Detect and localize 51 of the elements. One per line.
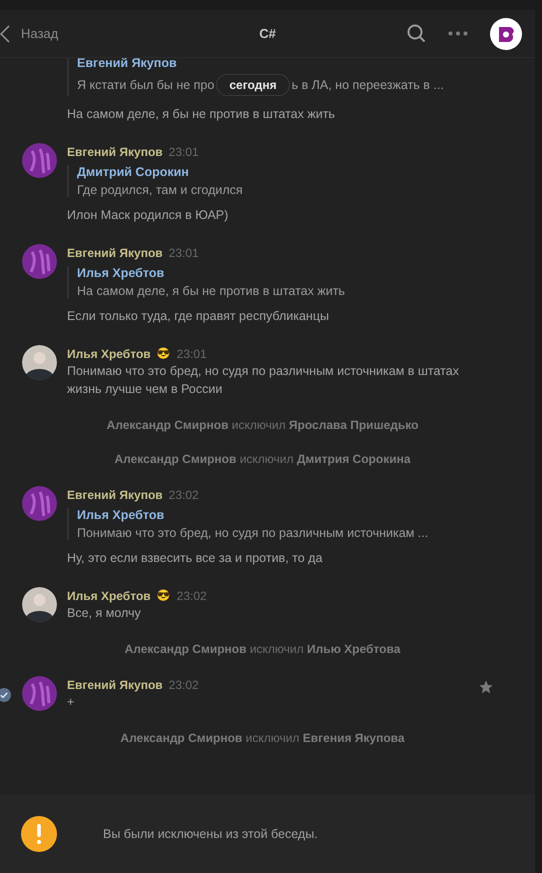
service-message: Александр Смирнов исключил Евгения Якупова [119,731,406,745]
quote-author: Евгений Якупов [77,58,178,70]
author-name[interactable]: Илья Хребтов [67,346,151,360]
quote-text: Где родился, там и сгодился [77,183,243,197]
status-emoji: 😎 [156,347,171,360]
message-text: Все, я молчу [67,605,142,622]
reply-quote[interactable]: Илья Хребтов Понимаю что это бред, но судя по различным источникам ... [67,508,428,540]
message-text: Илон Маск родился в ЮАР) [67,207,230,224]
message-time: 23:02 [168,678,199,692]
message-time: 23:01 [168,144,199,158]
date-badge: сегодня [216,74,290,96]
status-emoji: 😎 [156,589,171,602]
quote-author: Илья Хребтов [77,508,166,522]
message-text: Если только туда, где правят республиканцы [67,308,330,325]
back-button[interactable]: Назад [0,24,58,42]
avatar[interactable] [22,345,57,380]
author-name[interactable]: Евгений Якупов [67,488,163,502]
message-time: 23:02 [168,488,199,502]
quote-text: Я кстати был бы не про [77,78,214,92]
message-time: 23:01 [168,246,199,260]
quote-text: Понимаю что это бред, но судя по различным источникам ... [77,526,428,540]
quote-text: На самом деле, я бы не против в штатах жить [77,284,345,298]
chat-title: C# [259,26,276,41]
star-icon[interactable] [479,680,493,694]
quote-author: Дмитрий Сорокин [77,165,190,179]
service-message: Александр Смирнов исключил Дмитрия Сорокина [113,452,412,466]
chevron-left-icon [0,24,10,42]
message-text: + [67,694,76,711]
reply-quote[interactable]: Дмитрий Сорокин Где родился, там и сгодился [67,165,243,197]
notice-text: Вы были исключены из этой беседы. [103,827,318,841]
author-name[interactable]: Илья Хребтов [67,588,151,602]
avatar[interactable] [22,587,57,622]
quote-author: Илья Хребтов [77,266,166,280]
reply-quote[interactable]: Евгений Якупов Я кстати был бы не про сегодня ь в ЛА, но переезжать в ... [67,58,444,96]
author-name[interactable]: Евгений Якупов [67,246,163,260]
author-name[interactable]: Евгений Якупов [67,144,163,158]
quote-text: ь в ЛА, но переезжать в ... [292,78,444,92]
message-time: 23:02 [176,588,207,602]
more-icon[interactable] [448,31,468,36]
message-time: 23:01 [176,346,207,360]
service-message: Александр Смирнов исключил Илью Хребтова [124,642,402,656]
warning-icon [21,816,57,852]
selected-check-icon[interactable] [0,688,11,702]
search-icon[interactable] [407,24,426,43]
message-text: На самом деле, я бы не против в штатах жить [67,106,336,123]
author-name[interactable]: Евгений Якупов [67,678,163,692]
service-message: Александр Смирнов исключил Ярослава Пришедько [106,418,420,432]
message-text: Ну, это если взвесить все за и против, то да [67,550,324,567]
reply-quote[interactable]: Илья Хребтов На самом деле, я бы не против в штатах жить [67,266,345,298]
app-logo-icon[interactable] [490,18,522,50]
message-text: Понимаю что это бред, но судя по различным источникам в штатах жизнь лучше чем в России [67,363,460,398]
